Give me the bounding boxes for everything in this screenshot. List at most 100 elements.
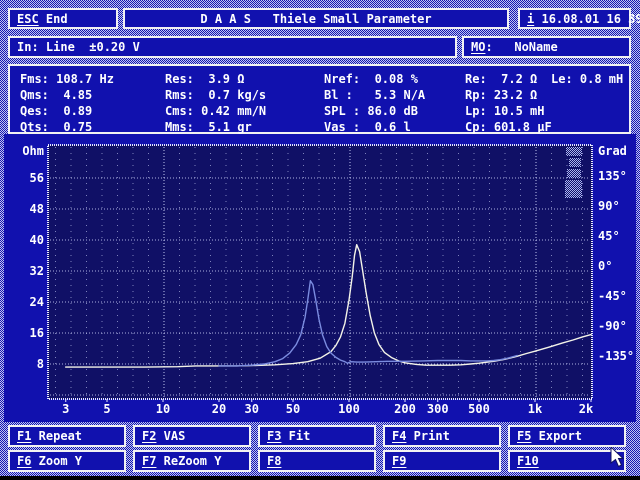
- fkey-label: F2: [142, 429, 157, 443]
- y-axis-right-tick: -45°: [598, 289, 627, 303]
- fkey-label: F8: [267, 454, 282, 468]
- model-name-value: : NoName: [485, 40, 558, 54]
- fkey-label: F3: [267, 429, 282, 443]
- fkey-label: F9: [392, 454, 407, 468]
- x-axis-tick: 20: [212, 402, 226, 416]
- fkey-action-label: ReZoom Y: [156, 454, 222, 468]
- fkey-f9-button[interactable]: F9: [383, 450, 501, 472]
- dither-artifact: [566, 147, 582, 156]
- fkey-label: F6: [17, 454, 32, 468]
- fkey-label: F1: [17, 429, 32, 443]
- esc-end-button[interactable]: ESC End: [8, 8, 118, 29]
- parameter-cell: Bl : 5.3 N/A: [324, 88, 426, 102]
- impedance-chart: Ohm 56 48 40 32 24 16 8 Grad 135° 90° 45° 0° -45° -90°…: [22, 144, 634, 416]
- window-title-bar: D A A S Thiele Small Parameter: [123, 8, 509, 29]
- x-axis-tick: 500: [468, 402, 490, 416]
- fkey-action-label: [539, 454, 546, 468]
- fkey-f10-button[interactable]: F10: [508, 450, 626, 472]
- esc-action-label: End: [45, 11, 68, 26]
- parameter-cell: Fms: 108.7 Hz: [20, 72, 114, 86]
- parameter-cell: Lp: 10.5 mH: [465, 104, 545, 118]
- y-axis-left-tick: 32: [30, 264, 44, 278]
- info-datetime-button[interactable]: i 16.08.01 16 39: [518, 8, 640, 29]
- fkey-f3-button[interactable]: F3 Fit: [258, 425, 376, 447]
- x-axis-tick: 5: [103, 402, 110, 416]
- y-axis-right-tick: 45°: [598, 229, 620, 243]
- fkey-f8-button[interactable]: F8: [258, 450, 376, 472]
- fkey-label: F7: [142, 454, 157, 468]
- y-axis-left-title: Ohm: [22, 144, 44, 158]
- time-label: 16 39: [606, 11, 640, 26]
- fkey-label: F10: [517, 454, 539, 468]
- parameter-cell: Qts: 0.75: [20, 120, 93, 134]
- parameter-cell: Re: 7.2 Ω: [465, 72, 538, 86]
- model-name-field[interactable]: MO: NoName: [462, 36, 631, 58]
- y-axis-left-tick: 16: [30, 326, 44, 340]
- fkey-action-label: VAS: [156, 429, 186, 443]
- parameter-cell: Le: 0.8 mH: [551, 72, 624, 86]
- plot-background: [48, 145, 592, 399]
- fkey-label: F4: [392, 429, 407, 443]
- y-axis-right-tick: -90°: [598, 319, 627, 333]
- parameter-cell: Cms: 0.42 mm/N: [165, 104, 267, 118]
- y-axis-left-tick: 8: [37, 357, 44, 371]
- parameter-cell: Qes: 0.89: [20, 104, 93, 118]
- y-axis-left-tick: 56: [30, 171, 44, 185]
- x-axis-tick: 200: [394, 402, 416, 416]
- x-axis-tick: 100: [338, 402, 360, 416]
- y-axis-right-tick: 0°: [598, 259, 612, 273]
- parameter-cell: SPL : 86.0 dB: [324, 104, 418, 118]
- x-axis-tick: 1k: [528, 402, 543, 416]
- fkey-f1-button[interactable]: F1 Repeat: [8, 425, 126, 447]
- fkey-action-label: Repeat: [31, 429, 83, 443]
- dither-artifact: [569, 158, 581, 167]
- esc-key-label: ESC: [17, 11, 39, 26]
- dither-artifact: [565, 180, 582, 198]
- parameter-cell: Res: 3.9 Ω: [165, 72, 245, 86]
- model-key-label: MO: [471, 40, 486, 54]
- fkey-action-label: Fit: [281, 429, 311, 443]
- fkey-action-label: [406, 454, 413, 468]
- y-axis-right-tick: -135°: [598, 349, 634, 363]
- info-key-label: i: [527, 11, 535, 26]
- fkey-action-label: Export: [531, 429, 583, 443]
- ts-parameters-table: Fms: 108.7 Hz Res: 3.9 Ω Nref: 0.08 % Re: 7…: [8, 64, 631, 134]
- y-axis-right-title: Grad: [598, 144, 627, 158]
- x-axis-tick: 2k: [579, 402, 594, 416]
- bottom-black-strip: [0, 476, 640, 480]
- page-title: D A A S Thiele Small Parameter: [200, 11, 432, 26]
- y-axis-left-tick: 24: [30, 295, 44, 309]
- fkey-action-label: [281, 454, 288, 468]
- chart-section: Ohm 56 48 40 32 24 16 8 Grad 135° 90° 45° 0° -45° -90°…: [4, 134, 636, 422]
- input-source-label: In: Line ±0.20 V: [17, 40, 140, 54]
- fkey-f7-button[interactable]: F7 ReZoom Y: [133, 450, 251, 472]
- fkey-label: F5: [517, 429, 532, 443]
- fkey-action-label: Print: [406, 429, 450, 443]
- y-axis-right-tick: 90°: [598, 199, 620, 213]
- fkey-f6-button[interactable]: F6 Zoom Y: [8, 450, 126, 472]
- parameter-cell: Rms: 0.7 kg/s: [165, 88, 267, 102]
- y-axis-right-tick: 135°: [598, 169, 627, 183]
- x-axis-tick: 10: [156, 402, 170, 416]
- fkey-f2-button[interactable]: F2 VAS: [133, 425, 251, 447]
- fkey-f5-button[interactable]: F5 Export: [508, 425, 626, 447]
- x-axis-tick: 3: [62, 402, 69, 416]
- y-axis-left-tick: 40: [30, 233, 44, 247]
- dither-artifact: [567, 169, 581, 178]
- fkey-action-label: Zoom Y: [31, 454, 83, 468]
- fkey-f4-button[interactable]: F4 Print: [383, 425, 501, 447]
- parameter-cell: Vas : 0.6 l: [324, 120, 411, 134]
- x-axis-tick: 30: [245, 402, 259, 416]
- parameter-cell: Qms: 4.85: [20, 88, 93, 102]
- date-label: 16.08.01: [541, 11, 600, 26]
- parameter-cell: Cp: 601.8 µF: [465, 120, 552, 134]
- mouse-cursor-icon: [610, 447, 625, 468]
- parameter-cell: Nref: 0.08 %: [324, 72, 418, 86]
- y-axis-left-tick: 48: [30, 202, 44, 216]
- parameter-cell: Rp: 23.2 Ω: [465, 88, 538, 102]
- input-source-field[interactable]: In: Line ±0.20 V: [8, 36, 457, 58]
- daas-screen: ESC End D A A S Thiele Small Parameter i…: [0, 0, 640, 480]
- x-axis-tick: 300: [427, 402, 449, 416]
- parameter-cell: Mms: 5.1 gr: [165, 120, 252, 134]
- x-axis-tick: 50: [286, 402, 300, 416]
